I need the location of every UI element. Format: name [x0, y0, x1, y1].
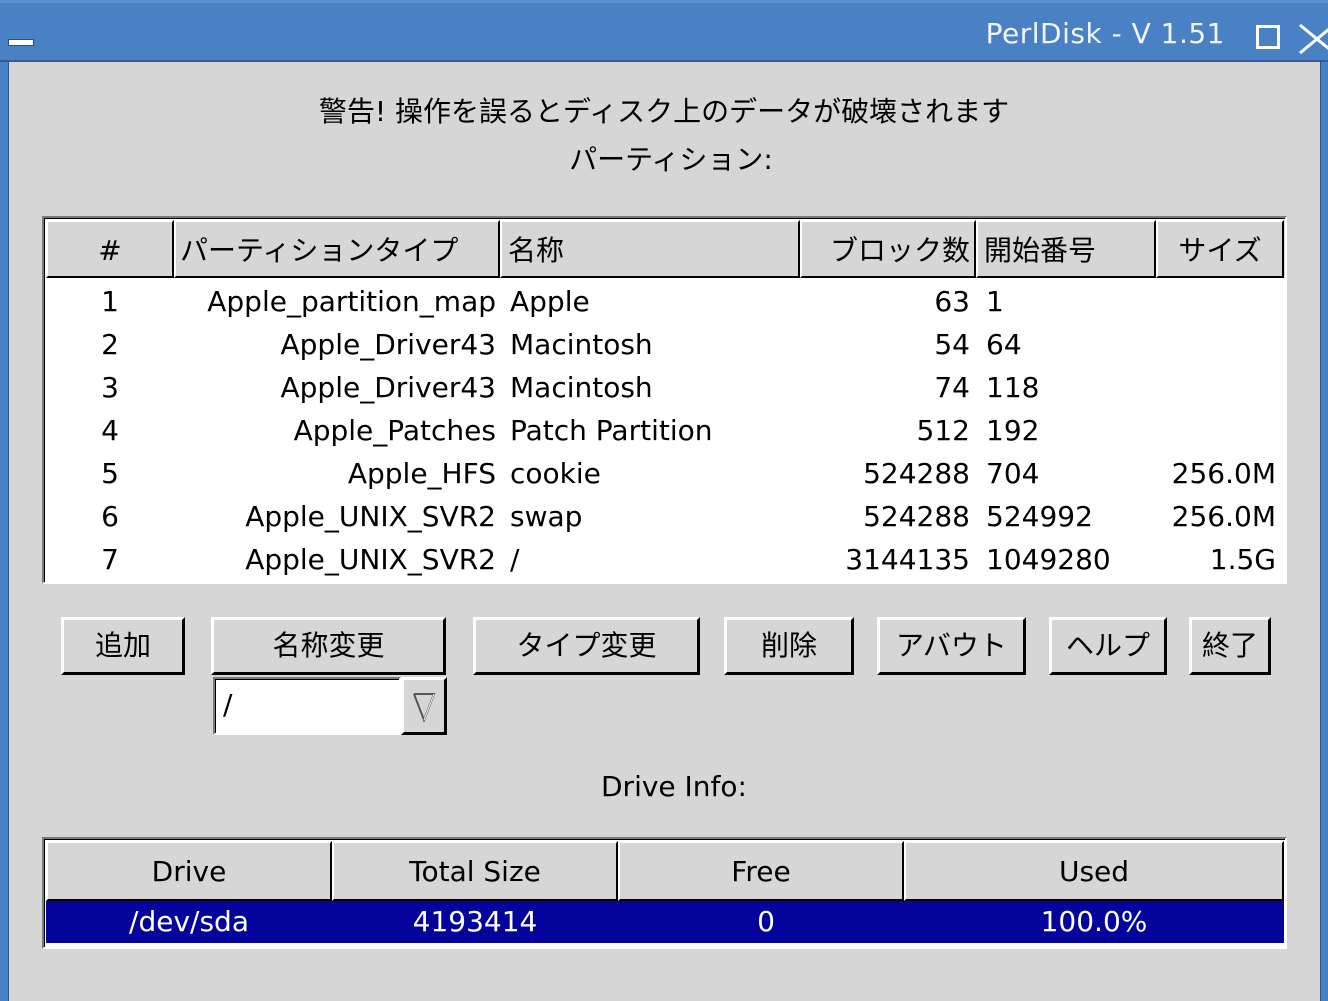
cell-start: 524992 — [986, 500, 1093, 533]
cell-size: 256.0M — [1171, 500, 1276, 533]
cell-name: cookie — [510, 457, 601, 490]
cell-number: 2 — [101, 328, 119, 361]
cell-number: 1 — [101, 285, 119, 318]
col-header-name[interactable]: 名称 — [500, 220, 800, 278]
table-row-selected[interactable]: /dev/sda 4193414 0 100.0% — [46, 901, 1284, 943]
cell-used: 100.0% — [1040, 905, 1148, 938]
cell-start: 1049280 — [986, 543, 1111, 576]
table-row[interactable]: 2 Apple_Driver43 Macintosh 54 64 — [46, 323, 1285, 366]
col-header-total-size[interactable]: Total Size — [332, 841, 618, 901]
cell-blocks: 54 — [934, 328, 970, 361]
quit-button[interactable]: 終了 — [1189, 617, 1271, 675]
col-header-number[interactable]: # — [46, 220, 174, 278]
cell-size: 256.0M — [1171, 457, 1276, 490]
cell-type: Apple_HFS — [347, 457, 496, 490]
drive-info-label: Drive Info: — [601, 770, 747, 803]
col-header-drive[interactable]: Drive — [46, 841, 332, 901]
about-button[interactable]: アバウト — [877, 617, 1026, 675]
cell-name: Macintosh — [510, 328, 653, 361]
cell-type: Apple_Patches — [293, 414, 496, 447]
rename-button[interactable]: 名称変更 — [211, 617, 446, 675]
close-icon[interactable] — [1294, 19, 1328, 55]
col-header-start[interactable]: 開始番号 — [976, 220, 1156, 278]
partitions-label: パーティション: — [569, 143, 773, 176]
cell-type: Apple_Driver43 — [280, 328, 497, 361]
help-button[interactable]: ヘルプ — [1049, 617, 1167, 675]
cell-blocks: 63 — [934, 285, 970, 318]
change-type-button[interactable]: タイプ変更 — [473, 617, 700, 675]
warning-text: 警告! 操作を誤るとディスク上のデータが破壊されます — [318, 95, 1010, 128]
cell-start: 704 — [986, 457, 1040, 490]
table-row[interactable]: 1 Apple_partition_map Apple 63 1 — [46, 280, 1285, 323]
cell-number: 7 — [101, 543, 119, 576]
maximize-icon[interactable] — [1256, 25, 1280, 49]
drive-table[interactable]: Drive Total Size Free Used /dev/sda 4193… — [42, 837, 1287, 949]
window-frame-right[interactable] — [1320, 62, 1328, 1001]
cell-start: 192 — [986, 414, 1040, 447]
cell-number: 5 — [101, 457, 119, 490]
cell-free: 0 — [757, 905, 775, 938]
cell-type: Apple_Driver43 — [280, 371, 497, 404]
add-button[interactable]: 追加 — [61, 617, 185, 675]
window-frame-left — [0, 62, 9, 1001]
table-row[interactable]: 6 Apple_UNIX_SVR2 swap 524288 524992 256… — [46, 495, 1285, 538]
cell-blocks: 3144135 — [845, 543, 970, 576]
window-title: PerlDisk - V 1.51 — [985, 17, 1225, 50]
cell-blocks: 74 — [934, 371, 970, 404]
cell-size: 1.5G — [1209, 543, 1276, 576]
col-header-blocks[interactable]: ブロック数 — [800, 220, 976, 278]
cell-type: Apple_UNIX_SVR2 — [245, 500, 496, 533]
cell-total-size: 4193414 — [412, 905, 538, 938]
table-row[interactable]: 3 Apple_Driver43 Macintosh 74 118 — [46, 366, 1285, 409]
cell-blocks: 524288 — [863, 457, 970, 490]
col-header-free[interactable]: Free — [618, 841, 904, 901]
partition-table-header: # パーティションタイプ 名称 ブロック数 開始番号 サイズ — [46, 220, 1285, 278]
col-header-size[interactable]: サイズ — [1156, 220, 1284, 278]
cell-number: 4 — [101, 414, 119, 447]
cell-blocks: 512 — [916, 414, 970, 447]
window-titlebar[interactable]: PerlDisk - V 1.51 — [0, 0, 1328, 62]
cell-type: Apple_partition_map — [207, 285, 496, 318]
dropdown-arrow-icon[interactable] — [401, 677, 447, 735]
minimize-icon[interactable] — [8, 39, 34, 46]
cell-number: 6 — [101, 500, 119, 533]
cell-start: 118 — [986, 371, 1040, 404]
type-select-input[interactable]: / — [213, 677, 401, 735]
cell-start: 64 — [986, 328, 1022, 361]
col-header-used[interactable]: Used — [904, 841, 1284, 901]
cell-start: 1 — [986, 285, 1004, 318]
cell-number: 3 — [101, 371, 119, 404]
partition-table[interactable]: # パーティションタイプ 名称 ブロック数 開始番号 サイズ 1 Apple_p… — [42, 216, 1287, 584]
table-row[interactable]: 7 Apple_UNIX_SVR2 / 3144135 1049280 1.5G — [46, 538, 1285, 581]
col-header-type[interactable]: パーティションタイプ — [174, 220, 500, 278]
cell-drive: /dev/sda — [129, 905, 249, 938]
cell-name: Patch Partition — [510, 414, 713, 447]
cell-blocks: 524288 — [863, 500, 970, 533]
delete-button[interactable]: 削除 — [724, 617, 854, 675]
cell-name: / — [510, 543, 520, 576]
table-row[interactable]: 4 Apple_Patches Patch Partition 512 192 — [46, 409, 1285, 452]
cell-type: Apple_UNIX_SVR2 — [245, 543, 496, 576]
cell-name: Macintosh — [510, 371, 653, 404]
table-row[interactable]: 5 Apple_HFS cookie 524288 704 256.0M — [46, 452, 1285, 495]
cell-name: Apple — [510, 285, 590, 318]
cell-name: swap — [510, 500, 583, 533]
